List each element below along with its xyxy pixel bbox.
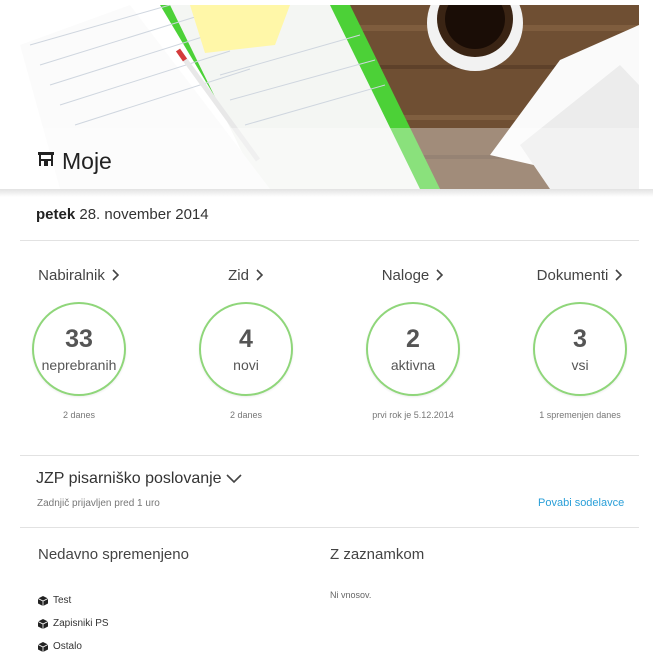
divider	[20, 240, 639, 241]
page-title-text: Moje	[62, 147, 112, 174]
stat-wall-sub: 2 danes	[229, 410, 263, 420]
cube-icon	[38, 618, 48, 629]
hero-shadow	[0, 189, 653, 197]
stat-wall-value: 4	[239, 325, 253, 353]
recent-item-test[interactable]: Test	[38, 589, 109, 612]
chevron-right-icon	[436, 269, 444, 281]
recent-item-ostalo[interactable]: Ostalo	[38, 635, 109, 658]
recent-item-label: Ostalo	[53, 641, 82, 652]
stat-documents-link[interactable]: Dokumenti	[537, 265, 624, 285]
recent-item-label: Test	[53, 595, 72, 606]
chevron-down-icon	[226, 474, 242, 484]
stat-tasks-label: Naloge	[381, 266, 430, 284]
stat-documents-unit: vsi	[571, 357, 589, 373]
project-title: JZP pisarniško poslovanje	[36, 470, 222, 487]
stat-inbox-link[interactable]: Nabiralnik	[38, 265, 120, 285]
stat-inbox-unit: neprebranih	[41, 357, 117, 373]
date-weekday: petek	[36, 206, 76, 223]
stat-inbox-label: Nabiralnik	[38, 266, 105, 284]
page-title: Moje	[36, 146, 112, 176]
date-full: 28. november 2014	[79, 206, 209, 223]
stat-documents-sub: 1 spremenjen danes	[539, 410, 621, 420]
bookmarks-title: Z zaznamkom	[330, 546, 425, 563]
desk-chair-icon	[36, 149, 56, 174]
hero-banner: Moje	[20, 5, 639, 189]
stat-documents-value: 3	[573, 325, 587, 353]
divider	[20, 527, 639, 528]
stat-tasks-circle[interactable]: 2 aktivna	[366, 302, 460, 396]
recent-item-zapisniki[interactable]: Zapisniki PS	[38, 612, 109, 635]
divider	[20, 455, 639, 456]
stat-tasks-value: 2	[406, 325, 420, 353]
chevron-right-icon	[112, 269, 119, 281]
chevron-right-icon	[256, 269, 264, 281]
stat-documents-circle[interactable]: 3 vsi	[533, 302, 627, 396]
stat-wall-unit: novi	[233, 357, 259, 373]
stat-tasks-sub: prvi rok je 5.12.2014	[372, 410, 454, 420]
last-login: Zadnjič prijavljen pred 1 uro	[37, 498, 160, 509]
stat-inbox[interactable]: Nabiralnik 33 neprebranih 2 danes	[4, 265, 154, 420]
project-selector[interactable]: JZP pisarniško poslovanje	[36, 470, 242, 488]
stat-inbox-sub: 2 danes	[62, 410, 96, 420]
stat-inbox-value: 33	[65, 325, 93, 353]
recent-list: Test Zapisniki PS Ostalo	[38, 589, 109, 658]
recent-item-label: Zapisniki PS	[53, 618, 109, 629]
stat-wall-link[interactable]: Zid	[228, 265, 264, 285]
stat-documents-label: Dokumenti	[536, 266, 609, 284]
page: Moje petek 28. november 2014 Nabiralnik …	[0, 0, 653, 652]
stat-documents[interactable]: Dokumenti 3 vsi 1 spremenjen danes	[505, 265, 653, 420]
hero-title-band	[20, 128, 639, 189]
stat-wall[interactable]: Zid 4 novi 2 danes	[171, 265, 321, 420]
cube-icon	[38, 641, 48, 652]
stat-wall-label: Zid	[228, 266, 249, 284]
recent-title: Nedavno spremenjeno	[38, 546, 189, 563]
chevron-right-icon	[615, 269, 623, 281]
cube-icon	[38, 595, 48, 606]
bookmarks-empty: Ni vnosov.	[330, 590, 372, 600]
stat-tasks-unit: aktivna	[390, 357, 436, 373]
invite-colleagues-link[interactable]: Povabi sodelavce	[538, 497, 624, 509]
stat-inbox-circle[interactable]: 33 neprebranih	[32, 302, 126, 396]
date-row: petek 28. november 2014	[36, 206, 209, 223]
stat-tasks[interactable]: Naloge 2 aktivna prvi rok je 5.12.2014	[338, 265, 488, 420]
stat-wall-circle[interactable]: 4 novi	[199, 302, 293, 396]
stat-tasks-link[interactable]: Naloge	[382, 265, 445, 285]
